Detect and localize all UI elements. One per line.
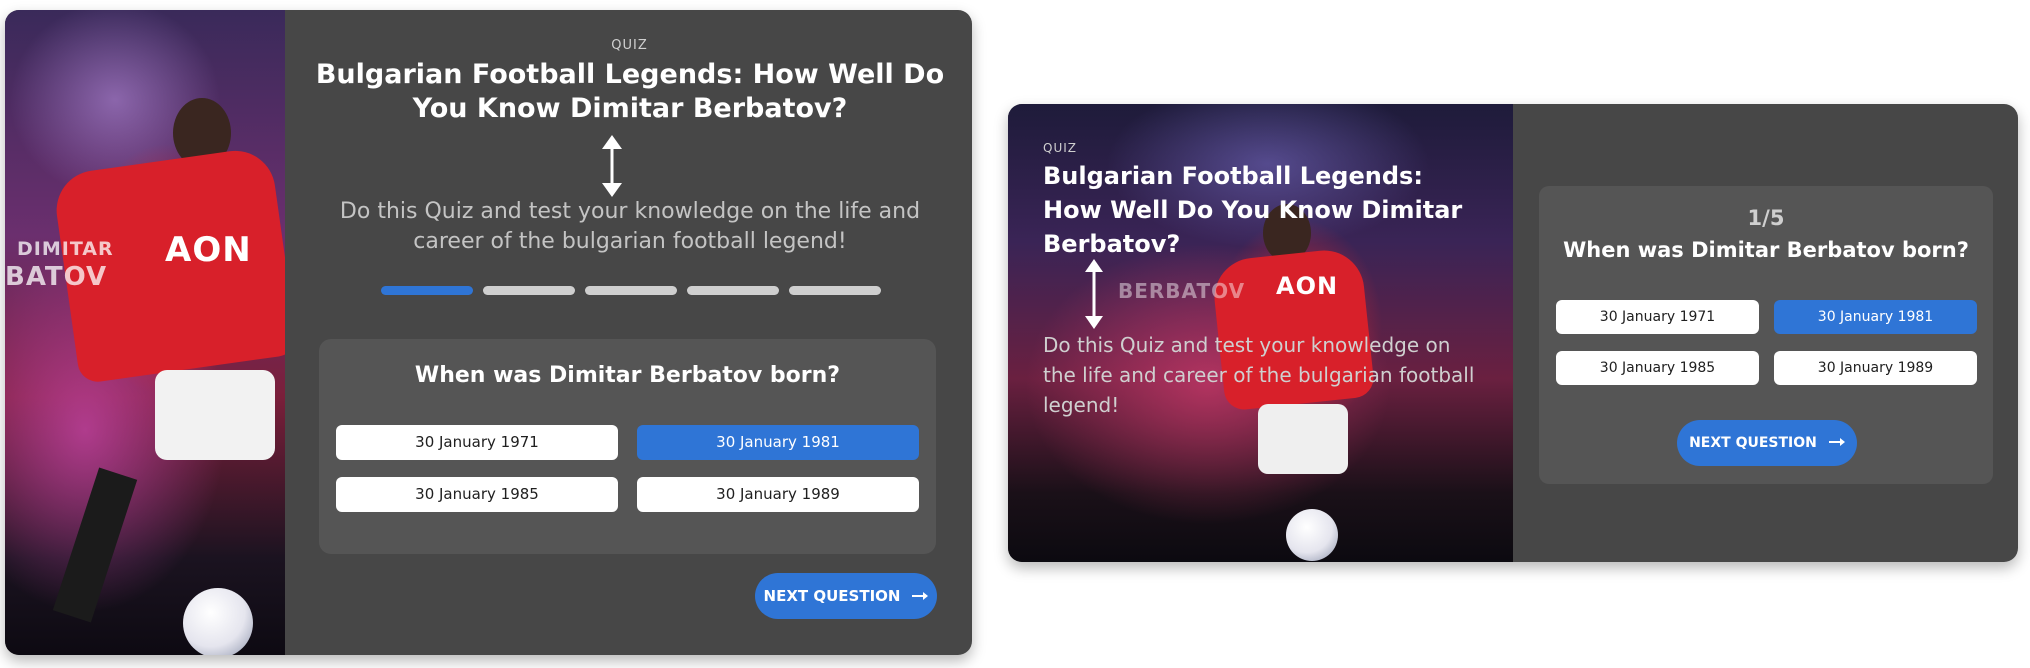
answer-option-4[interactable]: 30 January 1989 bbox=[637, 477, 919, 512]
next-question-button[interactable]: NEXT QUESTION bbox=[755, 573, 937, 619]
resize-vertical-arrow-icon bbox=[601, 135, 623, 202]
progress-segment-5 bbox=[789, 286, 881, 295]
quiz-title: Bulgarian Football Legends: How Well Do … bbox=[1043, 162, 1463, 258]
quiz-label: QUIZ bbox=[611, 38, 648, 53]
photo-overlay-sponsor: AON bbox=[1276, 272, 1339, 300]
quiz-label: QUIZ bbox=[1043, 141, 1077, 155]
question-counter: 1/5 bbox=[1747, 206, 1785, 230]
answer-option-3[interactable]: 30 January 1985 bbox=[1556, 351, 1759, 385]
progress-segment-1 bbox=[381, 286, 473, 295]
photo-overlay-line1: DIMITAR bbox=[17, 238, 114, 260]
photo-overlay-line3: BERBATOV bbox=[1118, 279, 1246, 303]
quiz-card-vertical: DIMITAR BATOV AON QUIZ Bulgarian Footbal… bbox=[5, 10, 972, 655]
question-text: When was Dimitar Berbatov born? bbox=[414, 363, 841, 388]
answer-option-1[interactable]: 30 January 1971 bbox=[1556, 300, 1759, 334]
answer-option-4[interactable]: 30 January 1989 bbox=[1774, 351, 1977, 385]
answer-option-1[interactable]: 30 January 1971 bbox=[336, 425, 618, 460]
question-text: When was Dimitar Berbatov born? bbox=[1563, 238, 1969, 262]
player-photo: DIMITAR BATOV AON bbox=[5, 10, 285, 655]
next-question-label: NEXT QUESTION bbox=[1689, 435, 1817, 451]
football-ball bbox=[1286, 509, 1338, 561]
answer-option-2[interactable]: 30 January 1981 bbox=[1774, 300, 1977, 334]
resize-vertical-arrow-icon bbox=[1084, 259, 1104, 334]
answer-option-2[interactable]: 30 January 1981 bbox=[637, 425, 919, 460]
answer-option-3[interactable]: 30 January 1985 bbox=[336, 477, 618, 512]
next-question-button[interactable]: NEXT QUESTION bbox=[1677, 420, 1857, 466]
quiz-description: Do this Quiz and test your knowledge on … bbox=[339, 199, 921, 254]
photo-overlay-sponsor: AON bbox=[165, 230, 252, 270]
progress-bar bbox=[381, 286, 881, 295]
progress-segment-2 bbox=[483, 286, 575, 295]
photo-overlay-line2: BATOV bbox=[5, 262, 108, 292]
question-panel: When was Dimitar Berbatov born? 30 Janua… bbox=[319, 339, 936, 554]
quiz-title: Bulgarian Football Legends: How Well Do … bbox=[315, 59, 945, 124]
progress-segment-3 bbox=[585, 286, 677, 295]
progress-segment-4 bbox=[687, 286, 779, 295]
question-panel: 1/5 When was Dimitar Berbatov born? 30 J… bbox=[1539, 186, 1993, 484]
football-ball bbox=[183, 588, 253, 655]
quiz-description: Do this Quiz and test your knowledge on … bbox=[1043, 333, 1475, 417]
quiz-card-horizontal: BERBATOV AON QUIZ Bulgarian Football Leg… bbox=[1008, 104, 2018, 562]
next-question-label: NEXT QUESTION bbox=[763, 587, 901, 605]
arrow-right-icon bbox=[1828, 435, 1845, 451]
player-socks-shape bbox=[52, 467, 138, 623]
player-shorts-shape bbox=[155, 370, 275, 460]
arrow-right-icon bbox=[912, 587, 929, 605]
